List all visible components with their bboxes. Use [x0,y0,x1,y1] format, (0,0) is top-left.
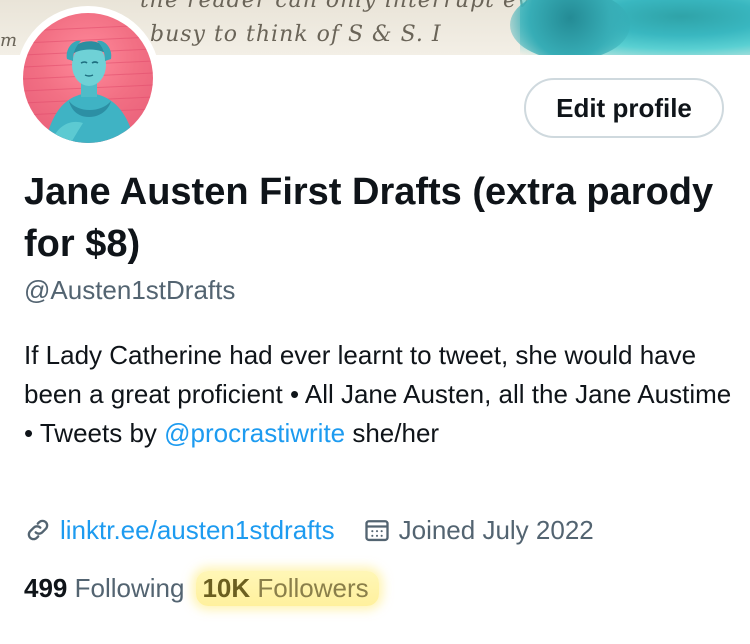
link-icon [24,516,52,544]
followers-link[interactable]: 10K Followers [196,570,379,606]
profile-meta: linktr.ee/austen1stdrafts Joined July 20… [24,512,594,548]
bio-mention-link[interactable]: @procrastiwrite [164,418,345,448]
banner-portrait-detail [510,0,630,55]
following-label: Following [74,572,185,603]
profile-website-link[interactable]: linktr.ee/austen1stdrafts [60,515,335,546]
banner-handwriting-bottom: busy to think of S & S. I [150,22,442,47]
joined-text: Joined July 2022 [398,514,594,545]
profile-bio: If Lady Catherine had ever learnt to twe… [24,336,734,453]
following-count: 499 [24,572,68,603]
banner-handwriting-fragment: m [0,30,19,51]
profile-name: Jane Austen First Drafts (extra parody f… [24,171,714,265]
followers-count: 10K [202,572,251,603]
following-link[interactable]: 499 Following [24,573,184,604]
avatar-portrait [23,24,153,143]
profile-handle: @Austen1stDrafts [24,275,236,305]
edit-profile-button[interactable]: Edit profile [524,78,724,138]
avatar[interactable] [16,6,160,150]
followers-label: Followers [257,572,369,603]
bio-pronouns: she/her [345,418,440,448]
avatar-image [23,13,153,143]
joined-date: Joined July 2022 [363,515,594,546]
profile-stats: 499 Following 10K Followers [24,568,379,608]
calendar-icon [363,516,391,544]
